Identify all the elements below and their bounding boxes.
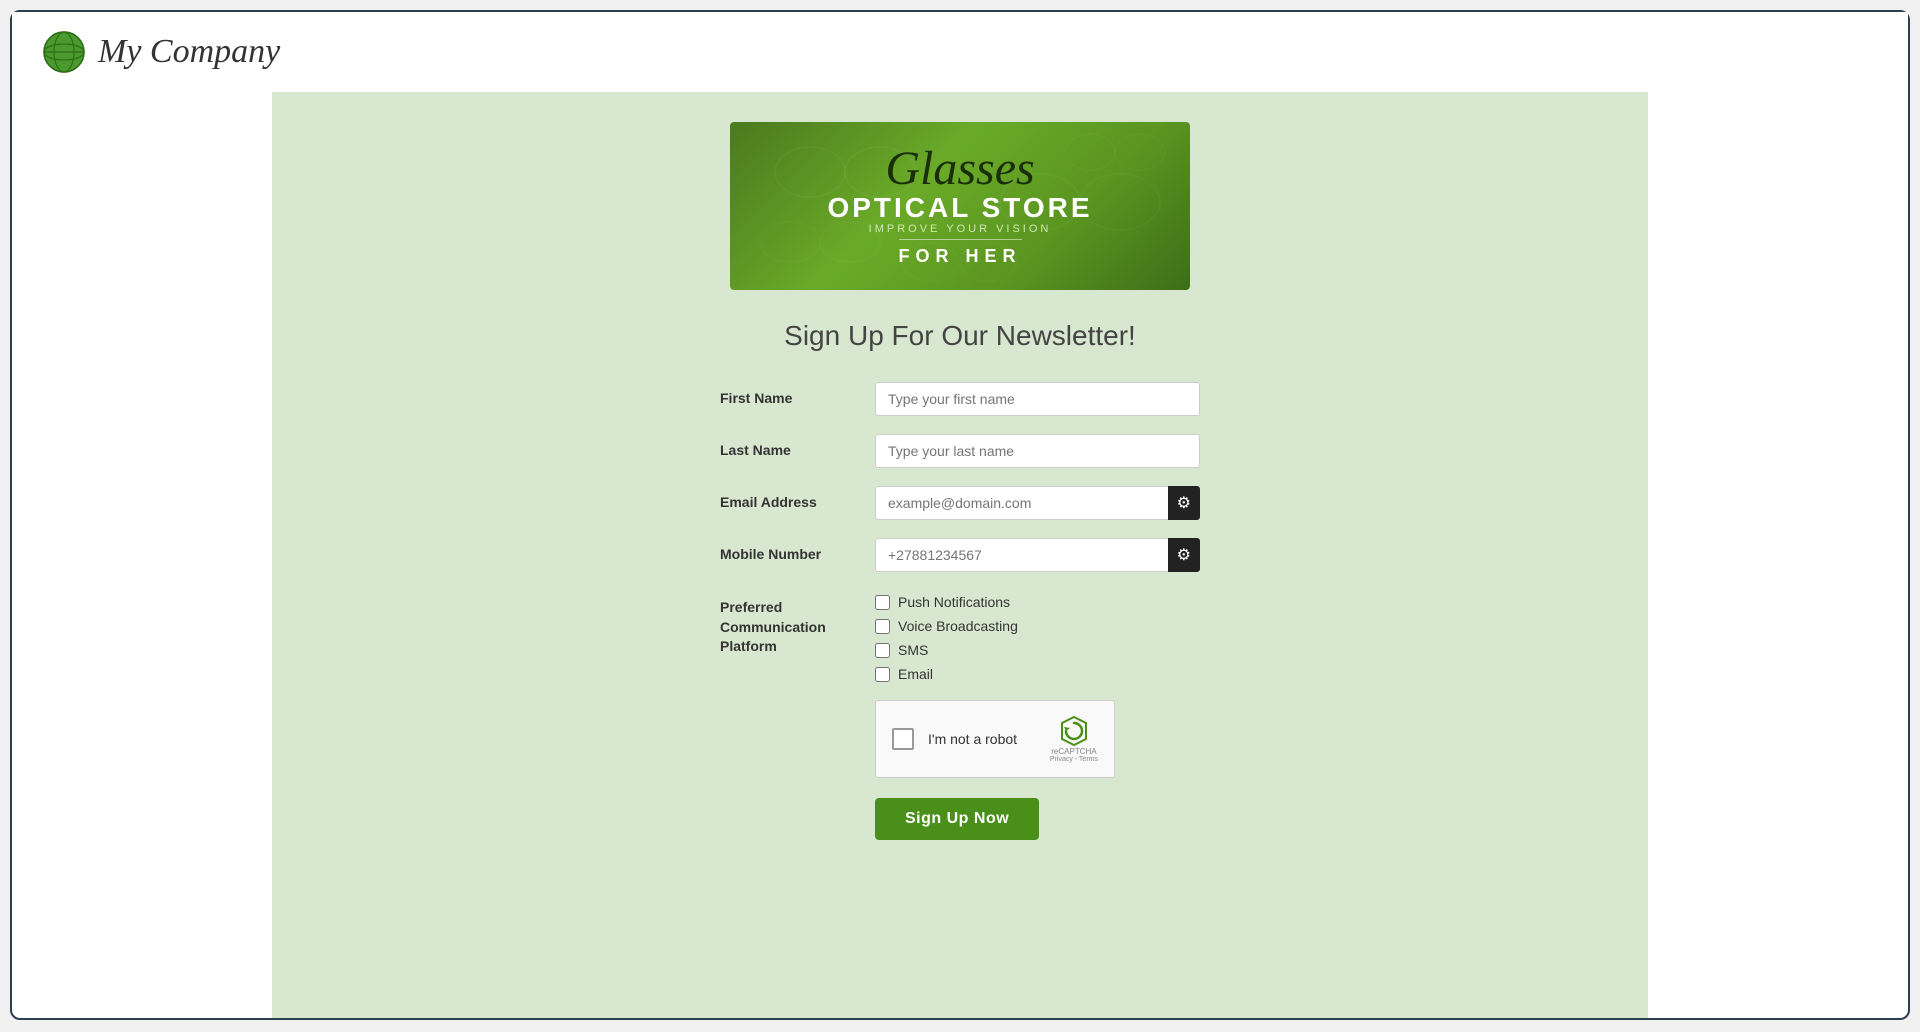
mobile-row: Mobile Number ⚙ <box>720 538 1200 572</box>
push-notifications-checkbox-item[interactable]: Push Notifications <box>875 594 1018 610</box>
recaptcha-box[interactable]: I'm not a robot reCAPTCHA Privacy - Term… <box>875 700 1115 778</box>
main-container: My Company Glasses OPTICAL STORE <box>10 10 1910 1020</box>
voice-broadcasting-checkbox-item[interactable]: Voice Broadcasting <box>875 618 1018 634</box>
sms-label: SMS <box>898 642 928 658</box>
main-content-area: Glasses OPTICAL STORE IMPROVE YOUR VISIO… <box>272 92 1648 1018</box>
sms-checkbox[interactable] <box>875 643 890 658</box>
voice-broadcasting-checkbox[interactable] <box>875 619 890 634</box>
globe-icon <box>42 30 86 74</box>
last-name-input-wrapper <box>875 434 1200 468</box>
recaptcha-logo-icon <box>1058 715 1090 747</box>
banner-glasses-text: Glasses <box>885 145 1034 193</box>
first-name-label: First Name <box>720 382 875 406</box>
mobile-input-group: ⚙ <box>875 538 1200 572</box>
push-notifications-label: Push Notifications <box>898 594 1010 610</box>
signup-button-area: Sign Up Now <box>875 798 1200 840</box>
gear-icon-mobile: ⚙ <box>1177 545 1191 565</box>
email-checkbox-item[interactable]: Email <box>875 666 1018 682</box>
last-name-input[interactable] <box>875 434 1200 468</box>
signup-form: First Name Last Name Email Address <box>720 382 1200 840</box>
company-name-label: My Company <box>98 33 280 71</box>
mobile-input-wrapper: ⚙ <box>875 538 1200 572</box>
newsletter-heading: Sign Up For Our Newsletter! <box>302 320 1618 352</box>
sms-checkbox-item[interactable]: SMS <box>875 642 1018 658</box>
email-checkbox-label: Email <box>898 666 933 682</box>
preferred-comm-label: Preferred Communication Platform <box>720 590 875 657</box>
voice-broadcasting-label: Voice Broadcasting <box>898 618 1018 634</box>
recaptcha-links-text: Privacy - Terms <box>1050 756 1098 763</box>
banner-forher-text: FOR HER <box>899 239 1022 267</box>
banner-improve-text: IMPROVE YOUR VISION <box>869 223 1052 235</box>
gear-icon: ⚙ <box>1177 493 1191 513</box>
email-input[interactable] <box>875 486 1168 520</box>
preferred-comm-row: Preferred Communication Platform Push No… <box>720 590 1200 682</box>
email-settings-button[interactable]: ⚙ <box>1168 486 1200 520</box>
email-checkbox[interactable] <box>875 667 890 682</box>
email-label: Email Address <box>720 486 875 510</box>
last-name-label: Last Name <box>720 434 875 458</box>
banner-optical-text: OPTICAL STORE <box>827 193 1092 224</box>
email-input-wrapper: ⚙ <box>875 486 1200 520</box>
checkbox-group: Push Notifications Voice Broadcasting SM… <box>875 590 1018 682</box>
mobile-label: Mobile Number <box>720 538 875 562</box>
mobile-input[interactable] <box>875 538 1168 572</box>
banner-image: Glasses OPTICAL STORE IMPROVE YOUR VISIO… <box>730 122 1190 290</box>
first-name-row: First Name <box>720 382 1200 416</box>
last-name-row: Last Name <box>720 434 1200 468</box>
signup-now-button[interactable]: Sign Up Now <box>875 798 1039 840</box>
recaptcha-area: I'm not a robot reCAPTCHA Privacy - Term… <box>875 700 1200 778</box>
header: My Company <box>12 12 1908 92</box>
first-name-input-wrapper <box>875 382 1200 416</box>
email-row: Email Address ⚙ <box>720 486 1200 520</box>
email-input-group: ⚙ <box>875 486 1200 520</box>
mobile-settings-button[interactable]: ⚙ <box>1168 538 1200 572</box>
first-name-input[interactable] <box>875 382 1200 416</box>
recaptcha-label: I'm not a robot <box>928 731 1036 747</box>
recaptcha-logo-area: reCAPTCHA Privacy - Terms <box>1050 715 1098 763</box>
push-notifications-checkbox[interactable] <box>875 595 890 610</box>
recaptcha-brand-text: reCAPTCHA <box>1051 747 1096 756</box>
recaptcha-checkbox[interactable] <box>892 728 914 750</box>
